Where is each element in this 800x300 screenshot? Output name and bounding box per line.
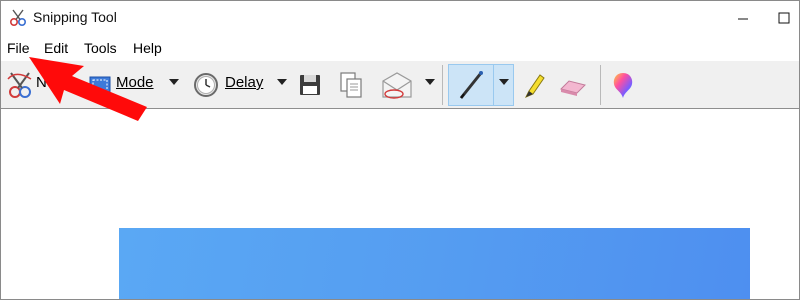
save-icon[interactable]: [297, 67, 323, 103]
paint3d-icon[interactable]: [610, 67, 636, 103]
red-arrow-annotation: [29, 57, 147, 121]
title-bar[interactable]: Snipping Tool: [1, 1, 799, 35]
copy-icon[interactable]: [337, 67, 365, 103]
mode-dropdown-caret[interactable]: [169, 79, 179, 85]
toolbar-separator-2: [600, 65, 601, 105]
maximize-button[interactable]: [773, 7, 795, 29]
delay-dropdown-caret[interactable]: [277, 79, 287, 85]
pen-dropdown-caret[interactable]: [499, 79, 509, 85]
send-dropdown-caret[interactable]: [425, 79, 435, 85]
menu-edit[interactable]: Edit: [44, 40, 68, 56]
eraser-icon[interactable]: [557, 67, 589, 103]
send-email-icon[interactable]: [380, 67, 414, 103]
delay-label-text: Delay: [225, 74, 264, 91]
captured-image: [119, 228, 750, 299]
window-title: Snipping Tool: [33, 9, 117, 25]
highlighter-icon[interactable]: [520, 67, 548, 103]
snipping-tool-window: Snipping Tool File Edit Tools Help Ne Mo…: [0, 0, 800, 300]
menu-help[interactable]: Help: [133, 40, 162, 56]
minimize-button[interactable]: [732, 7, 754, 29]
pen-split-divider: [493, 64, 494, 106]
delay-clock-icon[interactable]: [192, 67, 220, 103]
toolbar-separator: [442, 65, 443, 105]
delay-button-label[interactable]: Delay: [225, 74, 263, 91]
snipping-tool-app-icon: [9, 9, 27, 27]
pen-icon[interactable]: [456, 67, 486, 103]
snip-canvas[interactable]: [1, 110, 799, 299]
menu-tools[interactable]: Tools: [84, 40, 117, 56]
menu-file[interactable]: File: [7, 40, 30, 56]
